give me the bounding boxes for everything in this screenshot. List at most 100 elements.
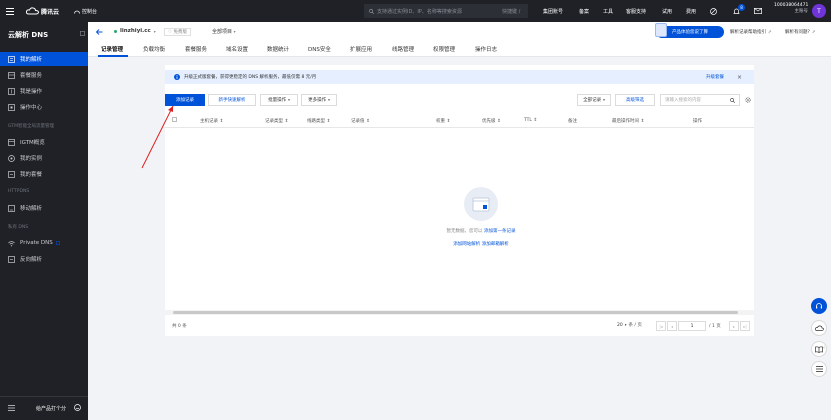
tab-packages[interactable]: 套餐服务 <box>185 45 207 53</box>
sidebar-item-label: 反向解析 <box>20 257 43 263</box>
back-arrow-icon[interactable] <box>96 29 103 35</box>
column-header[interactable]: 记录类型 ⇕ <box>265 118 288 124</box>
console-link[interactable]: 控制台 <box>74 0 97 22</box>
sidebar-item-mobile[interactable]: 移动解析 <box>0 201 88 215</box>
list-menu-icon[interactable] <box>811 361 827 377</box>
sidebar-item-my-packages[interactable]: 我的套餐 <box>0 167 88 181</box>
sidebar-item-label: 操作中心 <box>20 105 43 111</box>
sidebar-item-my-ops[interactable]: 我是操作 <box>0 84 88 98</box>
column-header[interactable]: 最后操作时间 ⇕ <box>612 118 644 124</box>
column-header[interactable]: 权重 ⇕ <box>436 118 450 124</box>
empty-text: 暂无数据，您可以 <box>446 229 483 234</box>
avatar[interactable]: T <box>812 4 826 18</box>
page-number-input[interactable]: 1 <box>678 321 706 331</box>
account-info[interactable]: 100038064471 主账号 <box>774 3 808 15</box>
next-page-button[interactable]: ▸ <box>729 321 739 331</box>
more-ops-dropdown[interactable]: 更多操作 ▾ <box>301 94 337 106</box>
last-page-button[interactable]: ▸| <box>740 321 750 331</box>
add-mail-resolve-link[interactable]: 添加邮箱解析 <box>482 242 509 247</box>
collapse-icon[interactable] <box>80 31 85 38</box>
sidebar-item-my-instances[interactable]: 我的实例 <box>0 151 88 165</box>
sidebar-item-reverse[interactable]: 反向解析 <box>0 252 88 266</box>
help-icon[interactable] <box>710 0 717 22</box>
domain-selector[interactable]: linzhiyi.cc ▾ <box>114 28 156 34</box>
instance-icon <box>8 154 15 162</box>
mail-icon[interactable] <box>754 0 762 22</box>
record-search-input[interactable]: 请输入搜索的内容 <box>660 94 740 106</box>
plan-badge: ♡ 免费版 <box>164 28 191 36</box>
help-guide-link[interactable]: 解析记录帮助指引 ⇗ <box>730 29 772 36</box>
menu-icon[interactable] <box>6 0 14 22</box>
quick-resolve-button[interactable]: 新手快速解析 <box>208 94 256 106</box>
issue-link[interactable]: 解析有问题? ⇗ <box>785 29 816 36</box>
record-filter-dropdown[interactable]: 全部记录 ▾ <box>577 94 611 106</box>
chevron-down-icon: ▾ <box>603 98 605 102</box>
nav-support[interactable]: 客服支持 <box>626 0 646 22</box>
sidebar-item-label: 移动解析 <box>20 206 43 212</box>
column-header[interactable]: 优先级 ⇕ <box>482 118 501 124</box>
tab-extensions[interactable]: 扩展应用 <box>350 45 372 53</box>
tab-line-management[interactable]: 线路管理 <box>392 45 414 53</box>
sidebar-item-my-resolution[interactable]: 我的解析 <box>0 52 88 66</box>
brand-name[interactable]: 腾讯云 <box>41 0 59 22</box>
rate-product-link[interactable]: 给产品打个分 <box>36 405 66 412</box>
sidebar-item-op-center[interactable]: 操作中心 <box>0 100 88 114</box>
column-header[interactable]: TTL ⇕ <box>524 118 537 123</box>
empty-state-text: 暂无数据，您可以 添加第一条记录 <box>430 228 532 234</box>
tab-op-logs[interactable]: 操作日志 <box>475 45 497 53</box>
column-label: 记录值 <box>351 119 365 124</box>
tab-dns-security[interactable]: DNS安全 <box>308 45 331 53</box>
more-ops-label: 更多操作 <box>308 98 327 103</box>
chevron-down-icon: ▾ <box>288 98 290 102</box>
nav-beian[interactable]: 备案 <box>579 0 589 22</box>
nav-billing[interactable]: 费用 <box>686 0 696 22</box>
tab-records[interactable]: 记录管理 <box>101 45 123 53</box>
column-label: 线路类型 <box>307 119 325 124</box>
settings-gear-icon[interactable] <box>745 97 751 103</box>
tab-load-balance[interactable]: 负载均衡 <box>143 45 165 53</box>
wifi-icon <box>8 240 15 246</box>
sidebar-item-packages[interactable]: 套餐服务 <box>0 68 88 82</box>
nav-trial[interactable]: 试用 <box>662 0 672 22</box>
sidebar-item-label: 我的套餐 <box>20 172 43 178</box>
first-page-button[interactable]: |◂ <box>656 321 666 331</box>
sidebar-item-private-dns[interactable]: Private DNS <box>0 236 88 250</box>
plan-label: 免费版 <box>173 30 187 35</box>
cloud-logo-icon[interactable] <box>26 0 39 22</box>
batch-ops-dropdown[interactable]: 批量操作 ▾ <box>260 94 298 106</box>
nav-tools[interactable]: 工具 <box>603 0 613 22</box>
scrollbar-thumb[interactable] <box>173 311 738 314</box>
page-size-selector[interactable]: 20 ▾ 条 / 页 <box>617 322 642 329</box>
sort-icon: ⇕ <box>496 119 501 124</box>
horizontal-scrollbar[interactable] <box>165 310 754 315</box>
project-selector[interactable]: 全部项目 ▾ <box>212 28 236 35</box>
prev-page-button[interactable]: ◂ <box>667 321 677 331</box>
customer-service-icon[interactable] <box>811 298 827 314</box>
search-icon <box>369 8 374 14</box>
column-header[interactable]: 主机记录 ⇕ <box>200 118 223 124</box>
tab-permissions[interactable]: 权限管理 <box>433 45 455 53</box>
add-site-resolve-link[interactable]: 添加网站解析 <box>453 242 480 247</box>
close-icon[interactable]: × <box>737 74 742 81</box>
column-header[interactable]: 线路类型 ⇕ <box>307 118 330 124</box>
sort-icon: ⇕ <box>640 119 645 124</box>
tab-statistics[interactable]: 数据统计 <box>267 45 289 53</box>
sort-icon: ⇕ <box>326 119 331 124</box>
advanced-filter-button[interactable]: 高级筛选 <box>615 94 655 106</box>
search-icon[interactable] <box>730 97 735 103</box>
upgrade-link[interactable]: 升级套餐 <box>706 74 724 80</box>
nav-group-account[interactable]: 集团账号 <box>543 0 563 22</box>
shortcut-hint: 快捷键 / <box>502 8 521 15</box>
sidebar-item-igtm-overview[interactable]: IGTM概览 <box>0 135 88 149</box>
smile-icon[interactable] <box>74 404 81 411</box>
record-search-placeholder: 请输入搜索的内容 <box>665 98 701 103</box>
notification-icon[interactable] <box>733 0 740 22</box>
chevron-down-icon: ▾ <box>624 323 627 327</box>
page-total: / 1 页 <box>709 324 721 329</box>
cloud-shell-icon[interactable] <box>811 320 827 336</box>
add-first-record-link[interactable]: 添加第一条记录 <box>484 229 516 234</box>
collapse-arrow-icon[interactable]: ‹ <box>823 345 825 351</box>
column-header[interactable]: 记录值 ⇕ <box>351 118 370 124</box>
menu-icon[interactable] <box>8 405 15 411</box>
tab-domain-settings[interactable]: 域名设置 <box>226 45 248 53</box>
